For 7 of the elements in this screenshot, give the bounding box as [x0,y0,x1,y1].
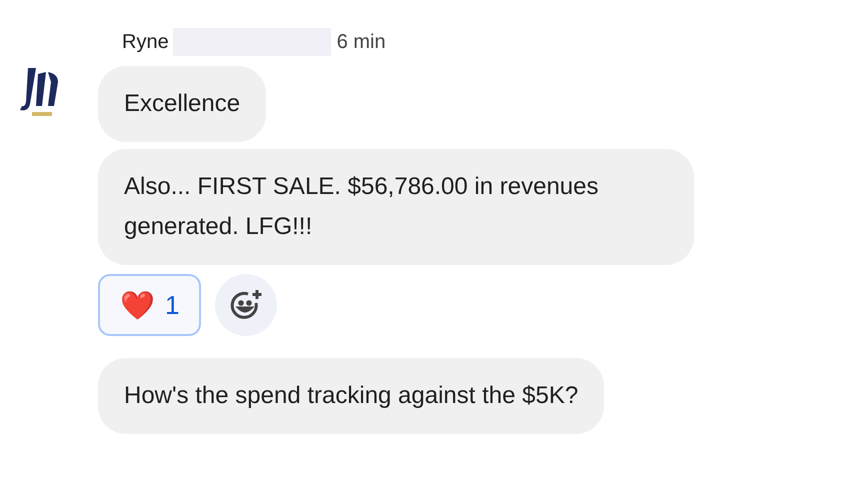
message-bubble: Also... FIRST SALE. $56,786.00 in revenues generated. LFG!!! [98,149,694,265]
message-bubble: Excellence [98,66,266,142]
reaction-chip[interactable]: ❤ 1 [98,274,202,336]
sender-name: Ryne [122,30,169,54]
smiley-plus-icon [229,288,264,322]
message-bubble: How's the spend tracking against the $5K? [98,358,604,434]
message-time: 6 min [336,30,386,54]
